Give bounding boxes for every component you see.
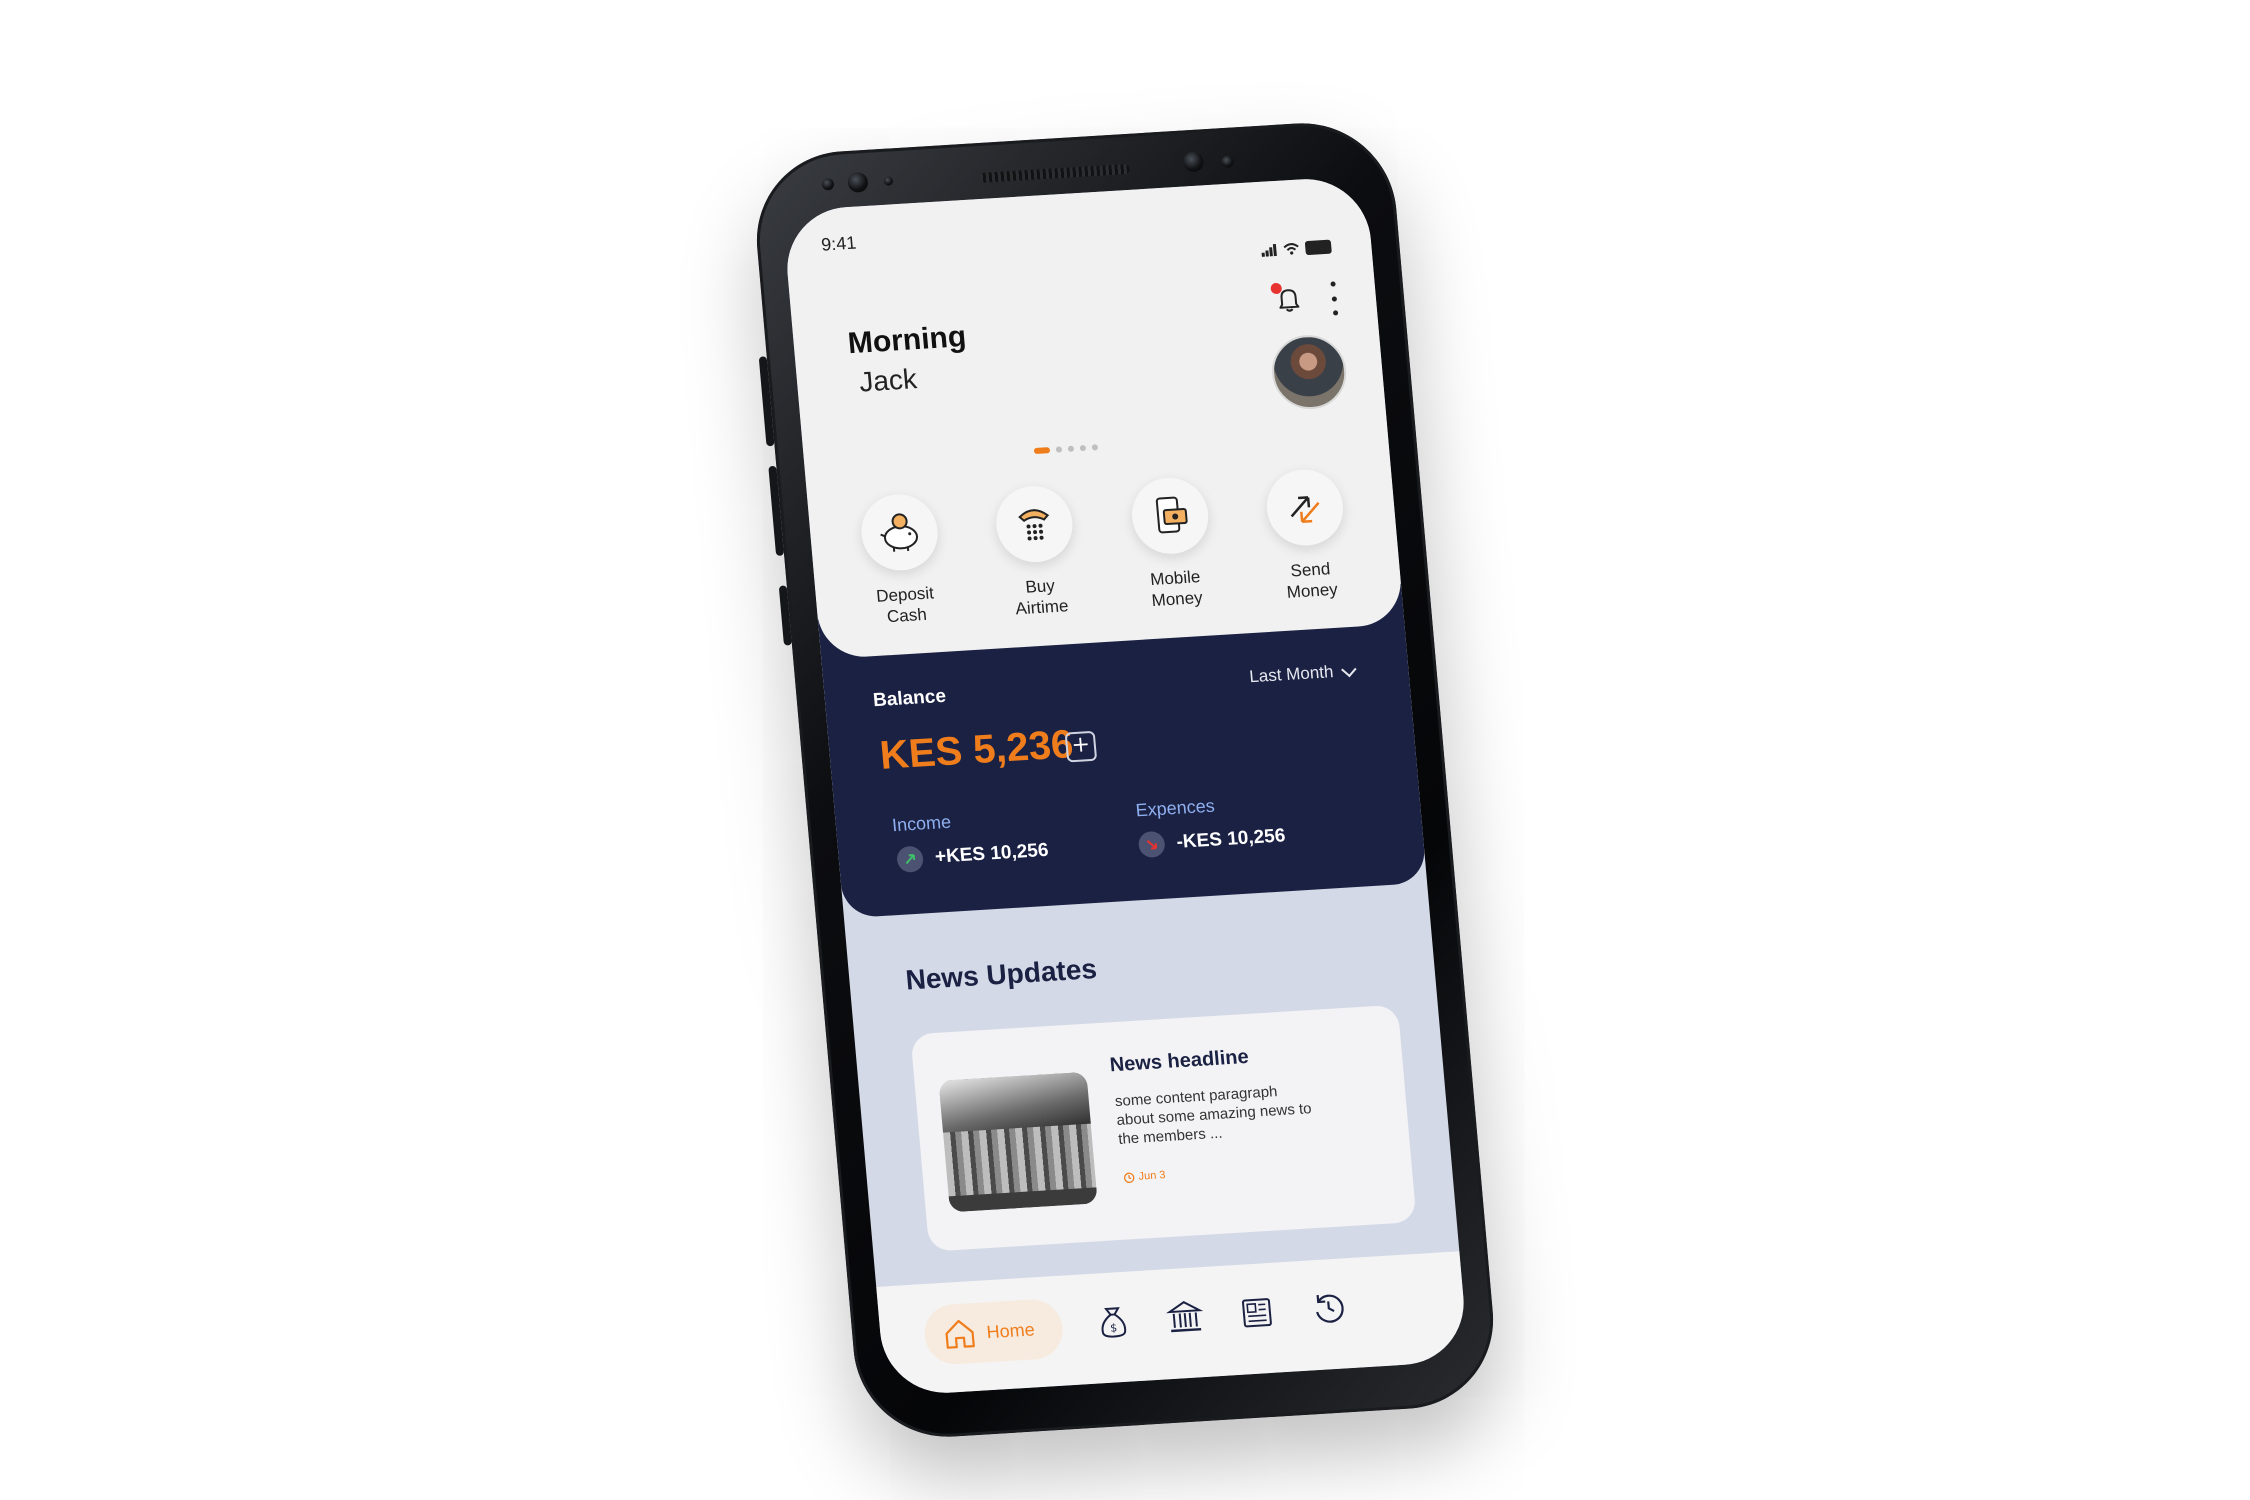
money-bag-icon[interactable]: $ [1093, 1301, 1134, 1341]
home-header-panel: 9:41 Morning Jack Deposit Cash Buy Airti… [782, 175, 1405, 660]
action-label: Send Money [1285, 559, 1339, 602]
balance-label: Balance [872, 685, 947, 712]
news-headline: News headline [1108, 1045, 1250, 1077]
greeting-text: Morning [846, 320, 968, 361]
carousel-dot[interactable] [1079, 444, 1087, 452]
avatar[interactable] [1268, 333, 1350, 412]
earpiece-speaker [979, 163, 1131, 183]
news-date: Jun 3 [1138, 1169, 1167, 1183]
news-image [938, 1071, 1098, 1213]
history-icon[interactable] [1308, 1288, 1349, 1328]
volume-up-button [758, 356, 775, 447]
bottom-navigation: Home $ [876, 1251, 1469, 1397]
expenses-label: Expences [1134, 795, 1216, 821]
add-funds-button[interactable]: + [1064, 730, 1098, 763]
newspaper-icon[interactable] [1236, 1293, 1277, 1333]
balance-amount: KES 5,236 [878, 722, 1076, 778]
news-card[interactable]: News headline some content paragraph abo… [910, 1004, 1417, 1252]
period-label: Last Month [1248, 662, 1335, 687]
bank-icon[interactable] [1164, 1297, 1205, 1337]
action-label: Buy Airtime [1014, 576, 1070, 619]
svg-text:$: $ [1110, 1321, 1118, 1334]
expenses-value: -KES 10,256 [1175, 825, 1287, 853]
nav-home-label: Home [985, 1318, 1036, 1342]
carousel-dot[interactable] [1067, 445, 1075, 452]
user-name: Jack [857, 363, 919, 398]
mobile-money-button[interactable]: Mobile Money [1112, 475, 1233, 613]
phone-keypad-icon [993, 483, 1076, 565]
piggy-bank-icon [858, 492, 941, 573]
news-body: some content paragraph about some amazin… [1114, 1083, 1313, 1148]
more-options-icon[interactable] [1326, 281, 1341, 316]
volume-down-button [768, 465, 785, 556]
news-section-title: News Updates [904, 953, 1099, 996]
news-date-row: Jun 3 [1123, 1169, 1166, 1184]
action-label: Deposit Cash [875, 583, 935, 627]
carousel-dot-active[interactable] [1033, 447, 1051, 455]
proximity-sensor [883, 176, 894, 186]
carousel-dot[interactable] [1091, 444, 1099, 451]
income-value: +KES 10,256 [934, 839, 1050, 868]
mockup-stage: 9:41 Morning Jack Deposit Cash Buy Airti… [0, 0, 2250, 1500]
action-label: Mobile Money [1149, 567, 1204, 611]
phone-mockup: 9:41 Morning Jack Deposit Cash Buy Airti… [749, 117, 1501, 1443]
battery-icon [1304, 239, 1332, 256]
income-value-row: +KES 10,256 [895, 838, 1050, 873]
home-icon [945, 1319, 975, 1349]
arrow-up-right-icon [895, 845, 925, 873]
carousel-dot[interactable] [1055, 446, 1063, 453]
signal-icon [1261, 243, 1278, 257]
arrow-down-right-icon [1137, 830, 1166, 859]
carousel-dots [1033, 444, 1099, 455]
send-arrows-icon [1263, 467, 1347, 548]
notification-bell-icon[interactable] [1270, 282, 1305, 315]
period-dropdown[interactable]: Last Month [1248, 661, 1357, 687]
status-icons [1261, 239, 1332, 258]
deposit-cash-button[interactable]: Deposit Cash [841, 491, 962, 629]
chevron-down-icon [1341, 661, 1357, 677]
front-sensor [821, 177, 835, 191]
mobile-money-icon [1128, 475, 1212, 557]
nav-home[interactable]: Home [922, 1297, 1066, 1366]
iris-camera [1182, 151, 1205, 173]
app-screen: 9:41 Morning Jack Deposit Cash Buy Airti… [782, 175, 1469, 1397]
side-button [778, 585, 792, 646]
send-money-button[interactable]: Send Money [1247, 466, 1368, 604]
buy-airtime-button[interactable]: Buy Airtime [976, 483, 1097, 621]
front-camera [847, 171, 869, 193]
expenses-value-row: -KES 10,256 [1137, 823, 1287, 859]
iris-sensor [1220, 155, 1235, 169]
wifi-icon [1283, 243, 1299, 255]
income-label: Income [891, 811, 952, 836]
status-time: 9:41 [820, 232, 858, 255]
quick-actions: Deposit Cash Buy Airtime Mobile Money Se… [841, 466, 1368, 629]
clock-icon [1123, 1172, 1135, 1183]
